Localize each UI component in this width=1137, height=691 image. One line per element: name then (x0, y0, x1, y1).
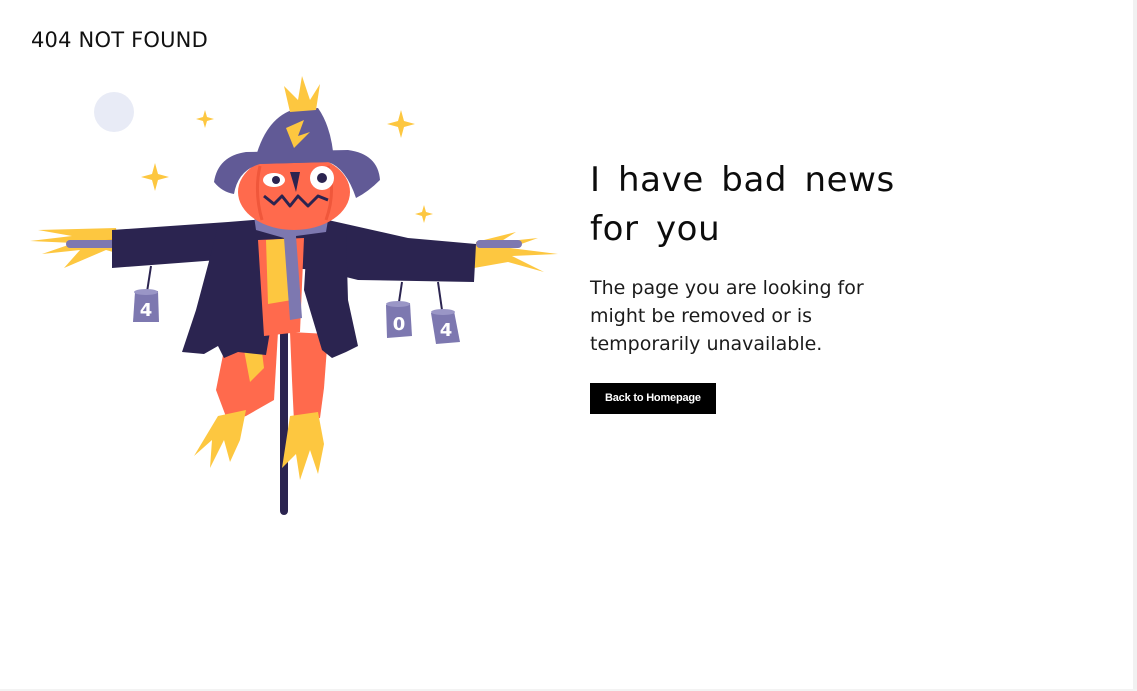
can-icon-4: 4 (133, 289, 159, 322)
straw-feet (194, 410, 324, 480)
moon-circle (94, 92, 134, 132)
can-icon-0: 0 (386, 301, 412, 338)
svg-text:4: 4 (440, 320, 453, 341)
right-wrist (476, 240, 522, 248)
error-message: The page you are looking for might be re… (590, 277, 864, 355)
right-straw-hand (474, 232, 558, 272)
error-page: 404 NOT FOUND 4 0 4 I have bad news for … (0, 0, 1137, 691)
hat-straw (284, 76, 320, 112)
can-icon-4b: 4 (431, 309, 460, 344)
error-content: I have bad news for you The page you are… (590, 156, 910, 414)
scrollbar-track[interactable] (1133, 0, 1137, 691)
back-to-homepage-button[interactable]: Back to Homepage (590, 383, 716, 414)
headline: I have bad news for you (590, 160, 895, 249)
scarecrow-illustration: 4 0 4 (30, 76, 558, 515)
svg-text:0: 0 (393, 314, 406, 335)
pole (280, 320, 288, 515)
page-title: 404 NOT FOUND (31, 28, 208, 52)
svg-text:4: 4 (140, 300, 153, 321)
